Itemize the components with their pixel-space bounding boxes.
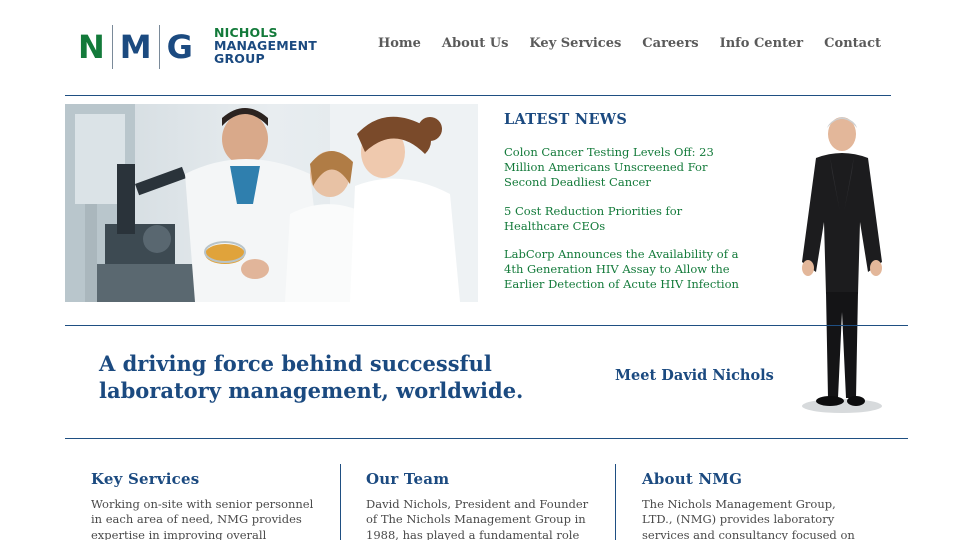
column-text: The Nichols Management Group, LTD., (NMG… (642, 497, 855, 540)
nav-info-center[interactable]: Info Center (720, 36, 804, 51)
lab-photo (65, 104, 478, 302)
column-text: Working on-site with senior personnel in… (91, 497, 314, 540)
logo-letter-m: M (119, 28, 152, 66)
main-nav: Home About Us Key Services Careers Info … (357, 36, 881, 51)
logo-divider (111, 25, 113, 69)
news-item[interactable]: Colon Cancer Testing Levels Off: 23 Mill… (504, 145, 739, 191)
logo-letter-g: G (166, 28, 193, 66)
nav-home[interactable]: Home (378, 36, 421, 51)
column-divider (340, 464, 341, 540)
section-divider (65, 438, 908, 439)
site-logo[interactable]: N M G NICHOLS MANAGEMENT GROUP (78, 22, 317, 72)
nav-about-us[interactable]: About Us (442, 36, 509, 51)
key-services-column: Key Services Working on-site with senior… (91, 470, 316, 540)
logo-company-name: NICHOLS MANAGEMENT GROUP (214, 26, 344, 65)
column-divider (615, 464, 616, 540)
column-heading[interactable]: Our Team (366, 470, 591, 488)
latest-news: LATEST NEWS Colon Cancer Testing Levels … (504, 111, 739, 306)
section-divider (65, 325, 908, 326)
news-item[interactable]: LabCorp Announces the Availability of a … (504, 247, 739, 293)
meet-david-nichols-link[interactable]: Meet David Nichols (615, 367, 774, 384)
nav-contact[interactable]: Contact (824, 36, 881, 51)
column-heading[interactable]: About NMG (642, 470, 867, 488)
about-nmg-column: About NMG The Nichols Management Group, … (642, 470, 867, 540)
logo-letter-n: N (78, 28, 105, 66)
news-item[interactable]: 5 Cost Reduction Priorities for Healthca… (504, 204, 739, 234)
column-text: David Nichols, President and Founder of … (366, 497, 589, 540)
tagline: A driving force behind successful labora… (99, 351, 524, 403)
our-team-column: Our Team David Nichols, President and Fo… (366, 470, 591, 540)
logo-name-line: GROUP (214, 51, 265, 66)
david-nichols-photo[interactable] (770, 112, 895, 417)
column-heading[interactable]: Key Services (91, 470, 316, 488)
header-divider (65, 95, 891, 96)
nav-careers[interactable]: Careers (642, 36, 698, 51)
logo-divider (158, 25, 160, 69)
news-heading: LATEST NEWS (504, 111, 628, 128)
nav-key-services[interactable]: Key Services (529, 36, 621, 51)
